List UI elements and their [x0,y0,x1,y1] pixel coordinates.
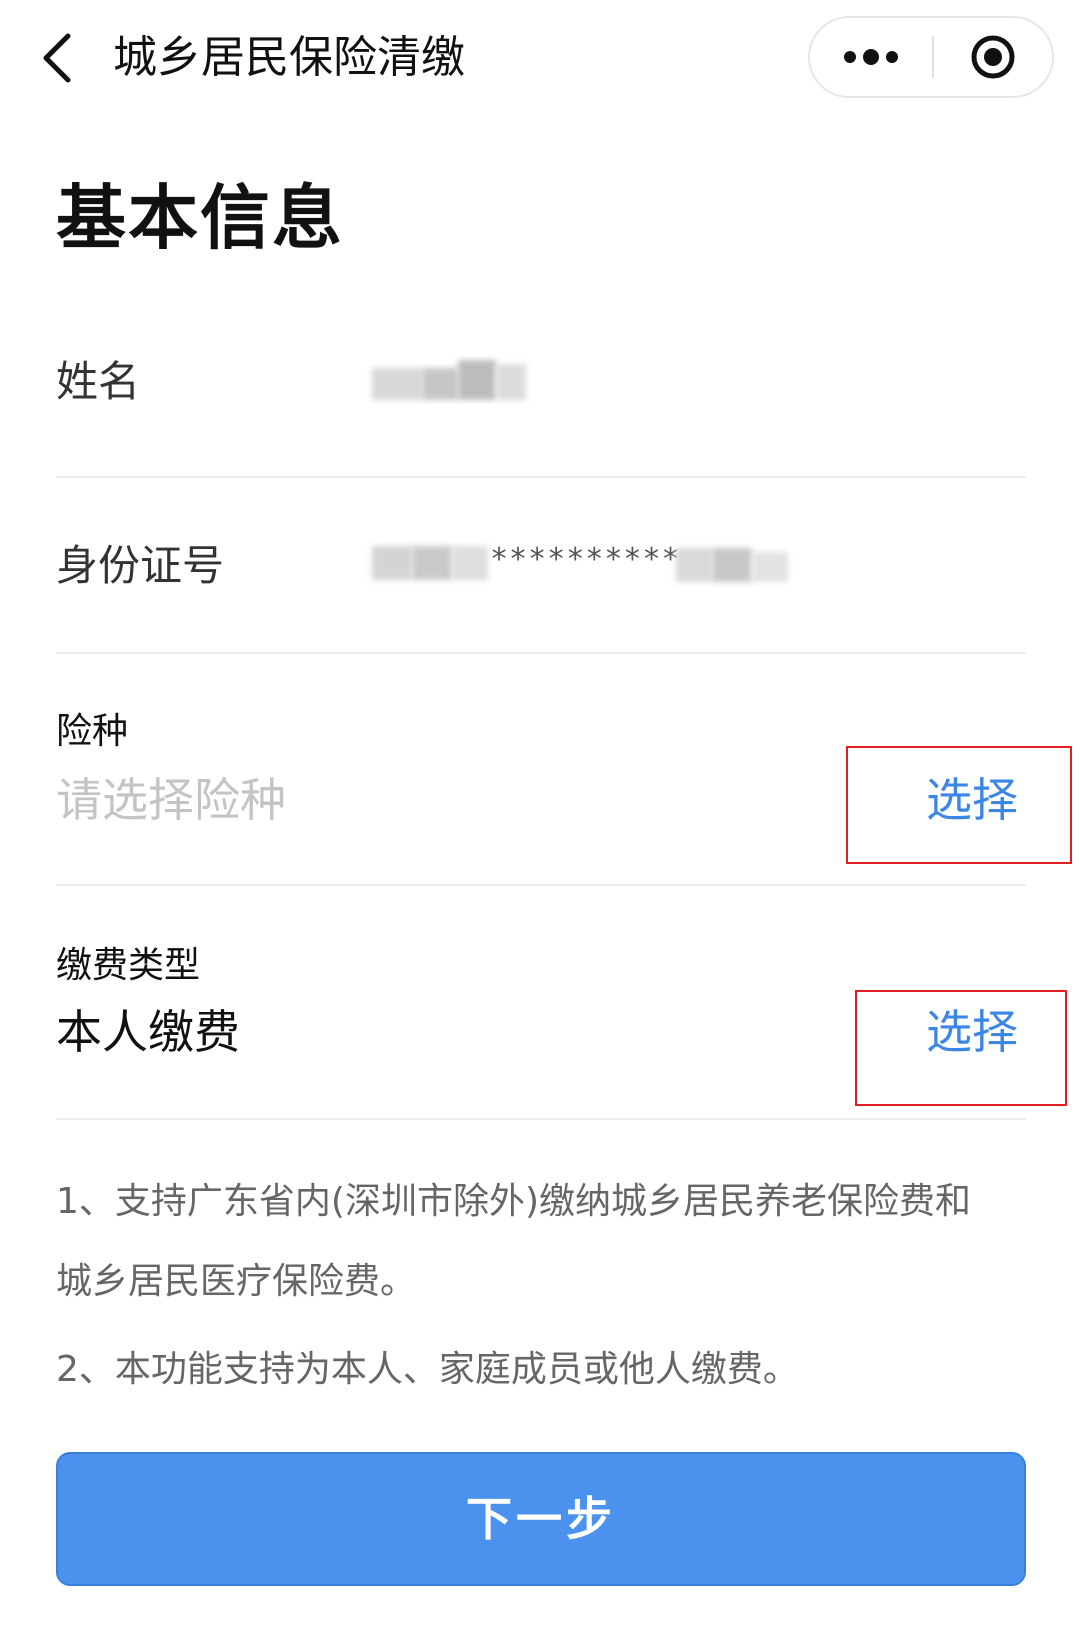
mini-program-capsule [808,16,1054,98]
nav-title: 城乡居民保险清缴 [113,32,465,83]
mosaic-block [372,368,422,400]
more-button[interactable] [810,18,932,96]
row-divider [56,476,1026,478]
next-step-button[interactable]: 下一步 [56,1452,1026,1586]
top-navbar: 城乡居民保险清缴 [0,0,1080,118]
back-button[interactable] [38,30,78,86]
payment-type-value[interactable]: 本人缴费 [56,1002,240,1062]
mosaic-block [712,548,752,582]
record-circle-icon [971,35,1015,79]
name-label: 姓名 [56,357,141,406]
id-number-masked-digits: ********** [490,542,681,577]
mosaic-block [458,360,496,400]
annotation-highlight-box [855,990,1067,1106]
note-item: 1、支持广东省内(深圳市除外)缴纳城乡居民养老保险费和城乡居民医疗保险费。 [56,1181,971,1302]
chevron-left-icon [43,33,71,83]
payment-type-label: 缴费类型 [56,945,201,986]
close-mini-program-button[interactable] [934,18,1052,96]
name-row: 姓名 [56,350,1026,420]
mosaic-block [452,546,488,580]
annotation-highlight-box [846,746,1072,864]
mosaic-block [676,548,712,582]
more-dots-icon [844,49,898,65]
mosaic-block [372,546,412,580]
note-item: 2、本功能支持为本人、家庭成员或他人缴费。 [56,1349,799,1390]
id-number-row: 身份证号 ********** [56,538,1026,608]
row-divider [56,884,1026,886]
mosaic-block [752,552,788,582]
insurance-type-label: 险种 [56,711,129,752]
row-divider [56,1118,1026,1120]
insurance-type-placeholder[interactable]: 请选择险种 [56,770,286,830]
mosaic-block [422,368,458,400]
id-number-label: 身份证号 [56,541,225,590]
mosaic-block [496,364,526,400]
page-title: 基本信息 [56,177,344,259]
row-divider [56,652,1026,654]
mosaic-block [412,546,452,580]
